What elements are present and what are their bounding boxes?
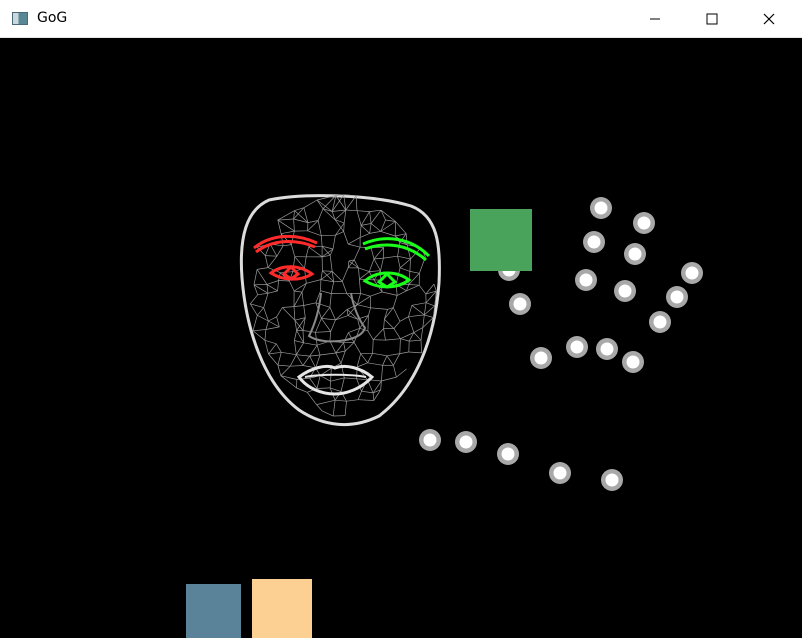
close-button[interactable]	[746, 0, 792, 38]
white-dot[interactable]	[666, 286, 688, 308]
white-dot[interactable]	[596, 338, 618, 360]
peach-square[interactable]	[252, 579, 312, 638]
white-dot[interactable]	[419, 429, 441, 451]
white-dot[interactable]	[509, 293, 531, 315]
white-dot[interactable]	[622, 351, 644, 373]
dot-core	[626, 355, 640, 369]
dot-core	[423, 433, 437, 447]
title-bar[interactable]: GoG	[0, 0, 802, 38]
white-dot[interactable]	[649, 311, 671, 333]
dot-core	[653, 315, 667, 329]
white-dot[interactable]	[455, 431, 477, 453]
dot-core	[594, 201, 608, 215]
mesh-edge	[329, 381, 331, 388]
window-title: GoG	[37, 10, 68, 26]
dot-cloud	[419, 197, 703, 491]
render-canvas[interactable]	[1, 38, 801, 638]
app-window: GoG	[0, 0, 802, 638]
dot-core	[605, 473, 619, 487]
dot-core	[459, 435, 473, 449]
dot-core	[600, 342, 614, 356]
dot-core	[570, 340, 584, 354]
dot-core	[628, 247, 642, 261]
dot-core	[618, 284, 632, 298]
white-dot[interactable]	[566, 336, 588, 358]
face-outline	[239, 194, 441, 427]
minimize-icon	[650, 18, 660, 20]
dot-core	[534, 351, 548, 365]
white-dot[interactable]	[681, 262, 703, 284]
mesh-edge	[367, 315, 369, 331]
white-dot[interactable]	[633, 212, 655, 234]
maximize-button[interactable]	[689, 0, 735, 38]
dot-core	[501, 447, 515, 461]
dot-core	[587, 235, 601, 249]
white-dot[interactable]	[614, 280, 636, 302]
blue-square[interactable]	[186, 584, 241, 638]
green-square[interactable]	[470, 209, 532, 271]
white-dot[interactable]	[530, 347, 552, 369]
white-dot[interactable]	[624, 243, 646, 265]
face-mesh	[239, 194, 441, 427]
white-dot[interactable]	[601, 469, 623, 491]
dot-core	[637, 216, 651, 230]
mesh-edge	[278, 280, 290, 282]
maximize-icon	[706, 13, 718, 25]
white-dot[interactable]	[575, 269, 597, 291]
mesh-edge	[343, 222, 345, 232]
dot-core	[553, 466, 567, 480]
dot-core	[670, 290, 684, 304]
scene-svg	[186, 194, 703, 638]
dot-core	[685, 266, 699, 280]
white-dot[interactable]	[583, 231, 605, 253]
white-dot[interactable]	[497, 443, 519, 465]
mesh-edge	[321, 234, 336, 237]
dot-core	[579, 273, 593, 287]
minimize-button[interactable]	[632, 0, 678, 38]
white-dot[interactable]	[549, 462, 571, 484]
dot-core	[513, 297, 527, 311]
window-app-icon	[12, 12, 28, 25]
close-icon	[763, 13, 775, 25]
white-dot[interactable]	[590, 197, 612, 219]
